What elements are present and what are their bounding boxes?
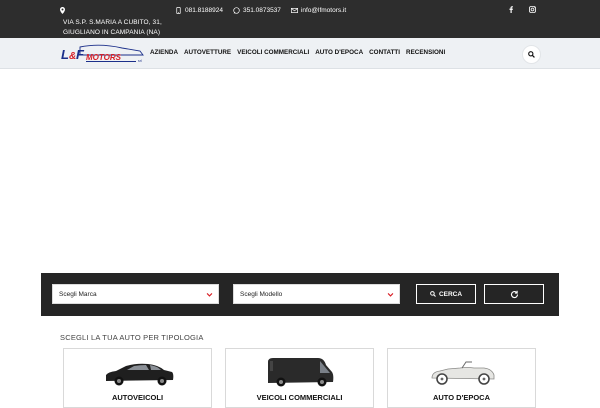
- svg-text:L: L: [61, 47, 69, 62]
- contact-list: 081.8188924 351.0873537 info@lfmotors.it: [175, 7, 346, 14]
- nav-auto-depoca[interactable]: AUTO D'EPOCA: [315, 49, 363, 56]
- category-label: AUTO D'EPOCA: [432, 393, 491, 402]
- chevron-down-icon: [387, 293, 394, 297]
- nav-azienda[interactable]: AZIENDA: [150, 49, 178, 56]
- site-logo[interactable]: L & F MOTORS srl: [60, 44, 146, 64]
- svg-text:srl: srl: [138, 59, 142, 63]
- brand-select-value: Scegli Marca: [59, 291, 97, 298]
- main-navbar: L & F MOTORS srl AZIENDA AUTOVETTURE VEI…: [0, 38, 600, 69]
- category-label: VEICOLI COMMERCIALI: [256, 393, 343, 402]
- model-select-value: Scegli Modello: [240, 291, 283, 298]
- model-select[interactable]: Scegli Modello: [233, 284, 400, 304]
- category-section-title: SCEGLI LA TUA AUTO PER TIPOLOGIA: [60, 333, 204, 342]
- search-submit-button[interactable]: CERCA: [416, 284, 476, 304]
- brand-select[interactable]: Scegli Marca: [52, 284, 219, 304]
- category-label: AUTOVEICOLI: [111, 393, 164, 402]
- search-submit-label: CERCA: [438, 290, 463, 298]
- whatsapp-number: 351.0873537: [242, 7, 281, 14]
- main-menu: AZIENDA AUTOVETTURE VEICOLI COMMERCIALI …: [150, 49, 445, 56]
- chevron-down-icon: [206, 293, 213, 297]
- nav-recensioni[interactable]: RECENSIONI: [406, 49, 445, 56]
- facebook-icon[interactable]: [508, 6, 514, 15]
- phone-contact[interactable]: 081.8188924: [175, 7, 223, 14]
- whatsapp-icon: [233, 7, 240, 14]
- vehicle-search-bar: Scegli Marca Scegli Modello CERCA: [41, 273, 559, 316]
- vintage-car-icon: [431, 361, 495, 385]
- van-icon: [268, 358, 334, 387]
- phone-number: 081.8188924: [185, 7, 223, 14]
- search-icon: [528, 51, 535, 58]
- nav-autovetture[interactable]: AUTOVETTURE: [184, 49, 231, 56]
- address-line-2: GIUGLIANO IN CAMPANIA (NA): [63, 29, 161, 36]
- map-pin-icon: [60, 7, 162, 18]
- sedan-car-icon: [106, 363, 174, 386]
- whatsapp-contact[interactable]: 351.0873537: [233, 7, 281, 14]
- svg-text:MOTORS: MOTORS: [86, 53, 122, 62]
- address-line-1: VIA S.P. S.MARIA A CUBITO, 31,: [63, 19, 162, 26]
- nav-veicoli-commerciali[interactable]: VEICOLI COMMERCIALI: [237, 49, 309, 56]
- category-card-auto-depoca[interactable]: AUTO D'EPOCA: [387, 348, 536, 408]
- nav-search-button[interactable]: [522, 45, 541, 64]
- reset-search-button[interactable]: [484, 284, 544, 304]
- search-icon: [430, 291, 436, 297]
- email-contact[interactable]: info@lfmotors.it: [290, 7, 347, 14]
- nav-contatti[interactable]: CONTATTI: [369, 49, 400, 56]
- top-bar: VIA S.P. S.MARIA A CUBITO, 31, GIUGLIANO…: [0, 0, 600, 38]
- envelope-icon: [290, 8, 298, 13]
- svg-text:F: F: [76, 47, 85, 62]
- category-card-veicoli-commerciali[interactable]: VEICOLI COMMERCIALI: [225, 348, 374, 408]
- address-block: VIA S.P. S.MARIA A CUBITO, 31, GIUGLIANO…: [60, 7, 162, 38]
- email-address: info@lfmotors.it: [300, 7, 347, 14]
- phone-icon: [176, 7, 181, 14]
- category-card-autoveicoli[interactable]: AUTOVEICOLI: [63, 348, 212, 408]
- refresh-icon: [510, 290, 518, 298]
- instagram-icon[interactable]: [529, 6, 536, 15]
